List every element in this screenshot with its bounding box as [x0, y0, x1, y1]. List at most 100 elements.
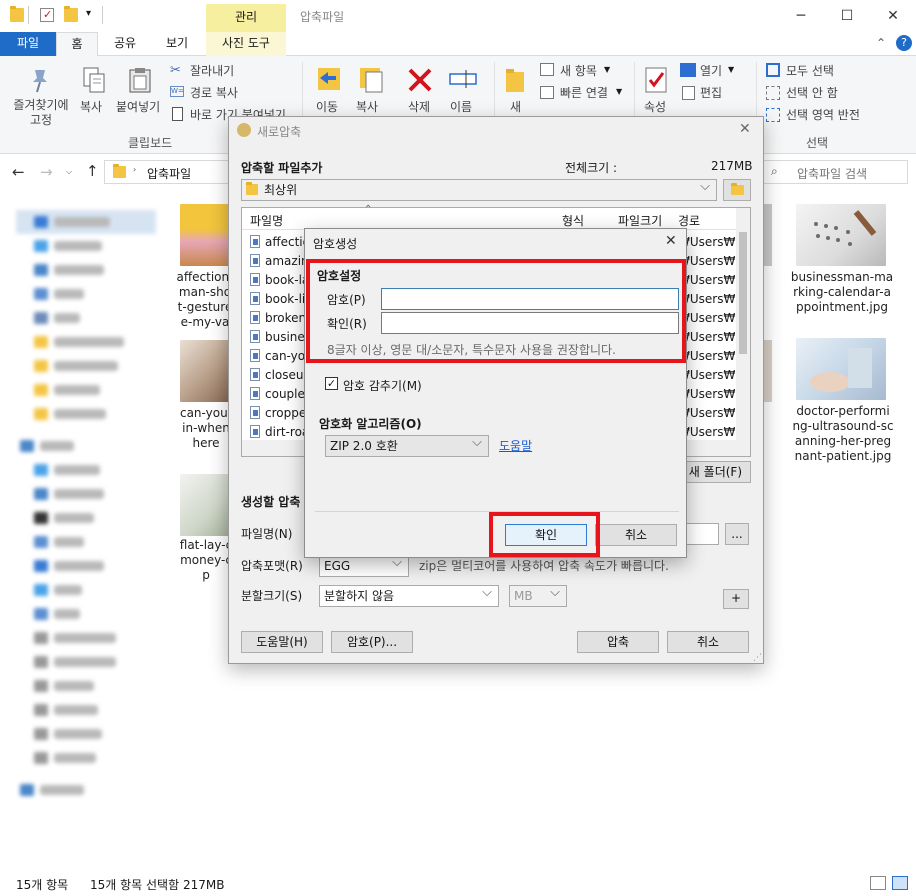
nav-item-label[interactable]: [54, 705, 98, 715]
chevron-down-icon[interactable]: ▼: [728, 65, 734, 74]
split-unit-select[interactable]: MB: [509, 583, 567, 607]
copy-path-button[interactable]: 경로 복사: [190, 84, 238, 101]
col-type-header[interactable]: 형식: [562, 212, 584, 229]
nav-item-label[interactable]: [54, 513, 94, 523]
nav-item-label[interactable]: [54, 241, 102, 251]
tab-share[interactable]: 공유: [104, 32, 146, 56]
password-button[interactable]: 암호(P)...: [331, 631, 413, 653]
thumbnail-image[interactable]: [796, 204, 886, 266]
paste-shortcut-icon[interactable]: [172, 107, 183, 121]
new-folder-button[interactable]: 새: [510, 98, 521, 115]
help-link[interactable]: 도움말: [499, 437, 532, 454]
open-button[interactable]: 열기: [700, 62, 722, 79]
file-row[interactable]: couple-: [250, 385, 309, 404]
file-label[interactable]: affection-man-sho t-gesture e-my-va: [176, 270, 234, 330]
nav-item-label[interactable]: [54, 289, 84, 299]
browse-folder-button[interactable]: [723, 179, 751, 201]
split-select[interactable]: 분할하지 않음: [319, 583, 499, 607]
easy-access-button[interactable]: 빠른 연결: [560, 84, 608, 101]
tab-view[interactable]: 보기: [154, 32, 200, 56]
minimize-button[interactable]: ─: [778, 0, 824, 32]
add-button[interactable]: +: [723, 589, 749, 609]
invert-selection-icon[interactable]: [766, 108, 780, 122]
maximize-button[interactable]: ☐: [824, 0, 870, 32]
large-icons-view-icon[interactable]: [892, 876, 908, 890]
select-none-icon[interactable]: [766, 86, 780, 100]
nav-item-label[interactable]: [54, 681, 94, 691]
col-path-header[interactable]: 경로: [678, 212, 700, 229]
recent-locations-icon[interactable]: ⌵: [66, 167, 72, 177]
copy-to-button[interactable]: 복사: [356, 98, 378, 115]
search-box[interactable]: ⌕ 압축파일 검색: [762, 160, 908, 184]
file-row[interactable]: book-la: [250, 271, 309, 290]
help-button[interactable]: 도움말(H): [241, 631, 323, 653]
easy-access-icon[interactable]: [540, 86, 554, 99]
invert-selection-button[interactable]: 선택 영역 반전: [786, 106, 860, 123]
vertical-scrollbar[interactable]: [736, 208, 750, 440]
close-button[interactable]: ✕: [870, 0, 916, 32]
back-icon[interactable]: ←: [12, 163, 25, 181]
folder-icon[interactable]: [10, 6, 24, 22]
copy-to-icon[interactable]: [358, 64, 386, 93]
hide-password-checkbox[interactable]: ✓: [325, 377, 338, 390]
format-select[interactable]: EGG: [319, 553, 409, 577]
new-item-icon[interactable]: [540, 63, 554, 76]
nav-item-label[interactable]: [40, 441, 74, 451]
paste-icon[interactable]: [126, 66, 154, 94]
edit-button[interactable]: 편집: [700, 84, 722, 101]
close-icon[interactable]: ✕: [665, 233, 677, 249]
file-label[interactable]: can-you-in-when here: [178, 406, 234, 451]
cut-button[interactable]: 잘라내기: [190, 62, 234, 79]
thumbnail-image[interactable]: [796, 338, 886, 400]
file-row[interactable]: book-lil: [250, 290, 309, 309]
open-icon[interactable]: [680, 63, 696, 77]
close-icon[interactable]: ✕: [739, 121, 751, 137]
algorithm-select[interactable]: ZIP 2.0 호환: [325, 433, 489, 457]
nav-item-label[interactable]: [54, 465, 100, 475]
nav-item-label[interactable]: [54, 537, 84, 547]
copy-button[interactable]: 복사: [80, 98, 102, 115]
new-folder-icon[interactable]: [64, 6, 78, 22]
paste-button[interactable]: 붙여넣기: [116, 98, 160, 115]
properties-icon[interactable]: [642, 66, 670, 94]
chevron-down-icon[interactable]: ▼: [604, 65, 610, 74]
copy-icon[interactable]: [80, 66, 108, 94]
delete-icon[interactable]: [406, 66, 434, 94]
browse-button[interactable]: ...: [725, 523, 749, 545]
properties-icon[interactable]: ✓: [40, 8, 54, 22]
file-label[interactable]: businessman-ma rking-calendar-a ppointment…: [790, 270, 894, 315]
edit-icon[interactable]: [682, 86, 695, 100]
collapse-ribbon-icon[interactable]: ⌃: [876, 36, 886, 50]
file-row[interactable]: affectio: [250, 233, 310, 252]
tab-home[interactable]: 홈: [56, 32, 98, 56]
nav-item-label[interactable]: [54, 313, 80, 323]
up-icon[interactable]: ↑: [86, 162, 99, 180]
details-view-icon[interactable]: [870, 876, 886, 890]
address-path[interactable]: 압축파일: [147, 165, 191, 182]
cancel-button[interactable]: 취소: [667, 631, 749, 653]
cancel-button[interactable]: 취소: [595, 524, 677, 546]
file-label[interactable]: flat-lay-c money-c p: [178, 538, 234, 583]
nav-item-label[interactable]: [54, 265, 104, 275]
resize-grip-icon[interactable]: ⋰: [753, 653, 762, 663]
delete-button[interactable]: 삭제: [408, 98, 430, 115]
scissors-icon[interactable]: ✂: [170, 63, 181, 78]
new-folder-icon[interactable]: [502, 66, 530, 94]
select-all-icon[interactable]: [766, 63, 780, 77]
nav-item-label[interactable]: [54, 633, 116, 643]
nav-item-label[interactable]: [54, 753, 96, 763]
scrollbar-thumb[interactable]: [739, 232, 747, 354]
pin-to-quick-access-button[interactable]: 즐겨찾기에 고정: [8, 98, 74, 128]
pin-icon[interactable]: [26, 66, 54, 94]
file-label[interactable]: doctor-performi ng-ultrasound-sc anning-he…: [792, 404, 894, 464]
hide-password-label[interactable]: 암호 감추기(M): [343, 377, 422, 394]
file-row[interactable]: busines: [250, 328, 311, 347]
nav-item-label[interactable]: [54, 385, 100, 395]
search-input[interactable]: 압축파일 검색: [797, 165, 867, 182]
tab-photo-tools[interactable]: 사진 도구: [206, 32, 286, 56]
nav-item-label[interactable]: [54, 217, 110, 227]
col-name-header[interactable]: 파일명: [250, 212, 283, 229]
location-combo[interactable]: 최상위: [241, 177, 717, 201]
select-all-button[interactable]: 모두 선택: [786, 62, 834, 79]
nav-item-label[interactable]: [54, 489, 104, 499]
